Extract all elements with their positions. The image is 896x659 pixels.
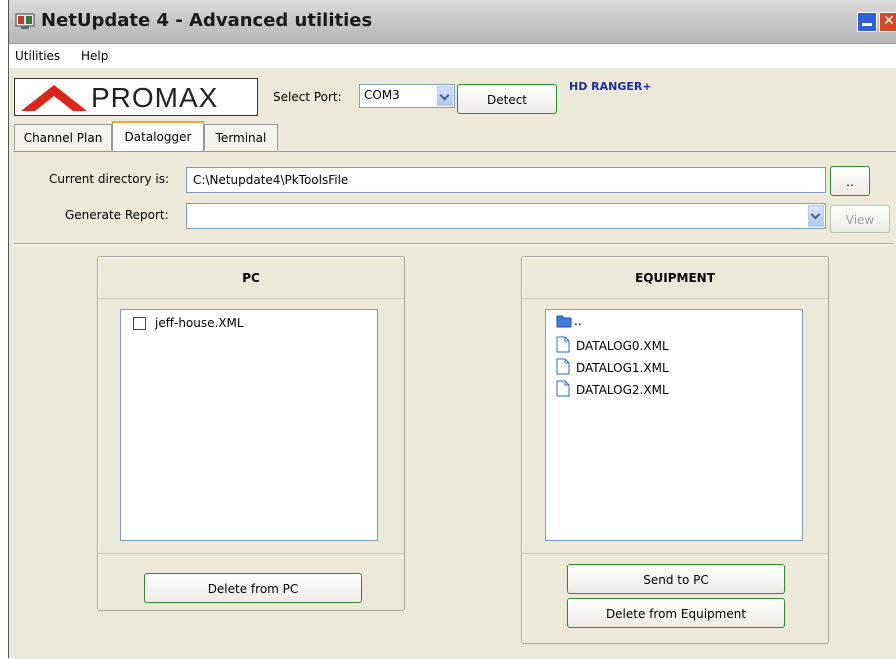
delete-from-pc-button[interactable]: Delete from PC (144, 573, 362, 603)
tab-datalogger[interactable]: Datalogger (112, 121, 204, 151)
file-name: jeff-house.XML (155, 316, 244, 330)
divider (13, 243, 893, 245)
chevron-down-icon[interactable] (808, 205, 824, 227)
file-checkbox[interactable] (133, 317, 146, 330)
minimize-button[interactable] (857, 12, 877, 32)
file-name: DATALOG0.XML (576, 339, 669, 353)
window-title: NetUpdate 4 - Advanced utilities (41, 10, 373, 31)
device-name: HD RANGER+ (569, 80, 652, 93)
current-directory-field[interactable]: C:\Netupdate4\PkToolsFile (186, 167, 826, 193)
folder-icon (556, 315, 572, 328)
file-icon (556, 358, 570, 375)
equipment-file-list[interactable]: .. DATALOG0.XML DATALOG1.XML DATALOG2.XM… (545, 309, 803, 541)
browse-directory-button[interactable]: .. (830, 166, 870, 196)
menu-help[interactable]: Help (81, 49, 108, 63)
view-report-button[interactable]: View (830, 205, 890, 233)
current-directory-label: Current directory is: (49, 172, 170, 186)
file-name: DATALOG1.XML (576, 361, 669, 375)
generate-report-label: Generate Report: (65, 208, 169, 222)
current-directory-value: C:\Netupdate4\PkToolsFile (193, 173, 349, 187)
parent-directory: .. (574, 314, 582, 328)
file-icon (556, 336, 570, 353)
port-select[interactable]: COM3 (359, 84, 455, 108)
close-button[interactable]: ✕ (879, 12, 896, 32)
pc-file-list[interactable]: jeff-house.XML (120, 309, 378, 541)
tab-terminal[interactable]: Terminal (204, 124, 278, 150)
report-select[interactable] (186, 203, 826, 229)
promax-logo: PROMAX (14, 78, 258, 116)
menu-bar: Utilities Help (9, 44, 896, 68)
detect-button[interactable]: Detect (457, 84, 557, 114)
file-icon (556, 380, 570, 397)
delete-from-equipment-button[interactable]: Delete from Equipment (567, 598, 785, 628)
group-divider (98, 553, 404, 554)
pc-group-title: PC (98, 257, 404, 299)
title-bar[interactable]: NetUpdate 4 - Advanced utilities ✕ (9, 0, 896, 44)
tab-channel-plan[interactable]: Channel Plan (14, 124, 112, 150)
app-icon (15, 13, 35, 29)
pc-files-group: PC jeff-house.XML Delete from PC (97, 256, 405, 611)
select-port-label: Select Port: (273, 90, 342, 104)
app-window: NetUpdate 4 - Advanced utilities ✕ Utili… (8, 0, 896, 659)
send-to-pc-button[interactable]: Send to PC (567, 564, 785, 594)
close-icon: ✕ (883, 13, 895, 29)
port-select-value: COM3 (364, 88, 400, 102)
logo-text: PROMAX (91, 82, 219, 113)
group-divider (522, 553, 828, 554)
equipment-files-group: EQUIPMENT .. DATALOG0.XML DATALOG1.XML D… (521, 256, 829, 644)
logo-mark-icon (21, 85, 87, 111)
datalogger-panel: Current directory is: C:\Netupdate4\PkTo… (13, 151, 896, 659)
menu-utilities[interactable]: Utilities (15, 49, 60, 63)
equipment-group-title: EQUIPMENT (522, 257, 828, 299)
chevron-down-icon[interactable] (437, 86, 453, 106)
file-name: DATALOG2.XML (576, 383, 669, 397)
